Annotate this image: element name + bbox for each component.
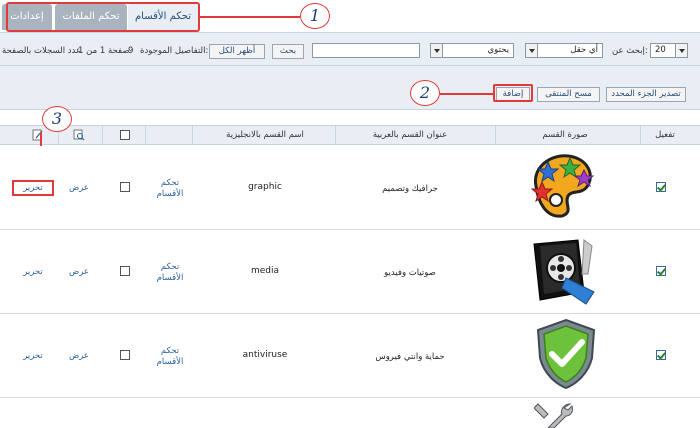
callout-1: 1 bbox=[300, 3, 330, 29]
th-title-ar: عنوان القسم بالعربية bbox=[372, 130, 448, 140]
header-divider bbox=[192, 126, 193, 144]
page-info: صفحة 1 من 1 bbox=[78, 46, 130, 56]
edit-highlight bbox=[12, 180, 54, 196]
chevron-down-icon bbox=[526, 44, 538, 57]
sections-control-link[interactable]: تحكم الأقسام bbox=[150, 178, 190, 200]
sections-control-link[interactable]: تحكم الأقسام bbox=[150, 346, 190, 368]
header-divider bbox=[495, 126, 496, 144]
callout-3: 3 bbox=[42, 106, 72, 132]
activate-checkbox[interactable] bbox=[656, 182, 666, 192]
tabs-bar: إعدادات تحكم الملفات تحكم الأقسام bbox=[0, 0, 700, 36]
activate-checkbox[interactable] bbox=[656, 266, 666, 276]
view-link[interactable]: عرض bbox=[64, 267, 94, 277]
header-divider bbox=[335, 126, 336, 144]
table-row: جرافيك وتصميم graphic تحكم الأقسام عرض ت… bbox=[0, 146, 700, 230]
table-row: حماية وانتي فيروس antiviruse تحكم الأقسا… bbox=[0, 314, 700, 398]
field-select[interactable]: أي حقل bbox=[525, 43, 603, 58]
delete-selected-button[interactable]: مسح المنتقى bbox=[537, 87, 600, 102]
th-title-en: اسم القسم بالانجليزية bbox=[226, 130, 304, 140]
title-en: antiviruse bbox=[242, 350, 288, 360]
header-divider bbox=[640, 126, 641, 144]
header-divider bbox=[102, 126, 103, 144]
th-image: صورة القسم bbox=[542, 130, 588, 140]
table-row: صوتيات وفيديو media تحكم الأقسام عرض تحر… bbox=[0, 230, 700, 314]
edit-header-icon bbox=[32, 129, 43, 141]
callout-line-2 bbox=[440, 93, 494, 95]
shield-check-icon bbox=[536, 318, 596, 390]
add-highlight bbox=[493, 84, 533, 102]
sections-control-link[interactable]: تحكم الأقسام bbox=[150, 262, 190, 284]
th-activate: تفعيل bbox=[655, 130, 675, 140]
found-label: التفاصيل الموجودة: bbox=[140, 46, 209, 56]
show-all-button[interactable]: أظهر الكل bbox=[209, 44, 265, 59]
filter-panel: 20 إبحث عن: أي حقل يحتوي بحث أظهر الكل ا… bbox=[0, 32, 700, 66]
tabs-highlight bbox=[6, 2, 200, 32]
view-header-icon bbox=[73, 129, 85, 141]
chevron-down-icon bbox=[675, 44, 687, 57]
title-en: media bbox=[250, 266, 280, 276]
palette-icon bbox=[530, 154, 595, 218]
callout-2: 2 bbox=[410, 80, 440, 106]
chevron-down-icon bbox=[431, 44, 443, 57]
edit-link[interactable]: تحرير bbox=[14, 351, 52, 361]
title-en: graphic bbox=[248, 182, 282, 192]
row-select-checkbox[interactable] bbox=[120, 350, 130, 360]
view-link[interactable]: عرض bbox=[64, 183, 94, 193]
action-panel: تصدير الجزء المحدد مسح المنتقى إضافة bbox=[0, 66, 700, 110]
title-ar: جرافيك وتصميم bbox=[382, 184, 438, 194]
edit-link[interactable]: تحرير bbox=[14, 267, 52, 277]
activate-checkbox[interactable] bbox=[656, 350, 666, 360]
search-label: إبحث عن: bbox=[612, 46, 648, 56]
view-link[interactable]: عرض bbox=[64, 351, 94, 361]
tools-icon bbox=[534, 403, 573, 428]
title-ar: حماية وانتي فيروس bbox=[375, 352, 445, 362]
row-select-checkbox[interactable] bbox=[120, 182, 130, 192]
search-button[interactable]: بحث bbox=[272, 44, 304, 59]
film-reel-icon bbox=[533, 239, 595, 305]
callout-line-1 bbox=[200, 16, 300, 18]
header-divider bbox=[145, 126, 146, 144]
operator-select[interactable]: يحتوي bbox=[430, 43, 514, 58]
table-header: تفعيل صورة القسم عنوان القسم بالعربية اس… bbox=[0, 125, 700, 145]
row-select-checkbox[interactable] bbox=[120, 266, 130, 276]
select-all-checkbox[interactable] bbox=[120, 130, 130, 140]
title-ar: صوتيات وفيديو bbox=[384, 268, 436, 278]
per-page-select[interactable]: 20 bbox=[650, 43, 688, 58]
records-per-page-label: عدد السجلات بالصفحة bbox=[2, 46, 82, 56]
export-selected-button[interactable]: تصدير الجزء المحدد bbox=[606, 87, 686, 102]
search-input[interactable] bbox=[312, 43, 420, 58]
